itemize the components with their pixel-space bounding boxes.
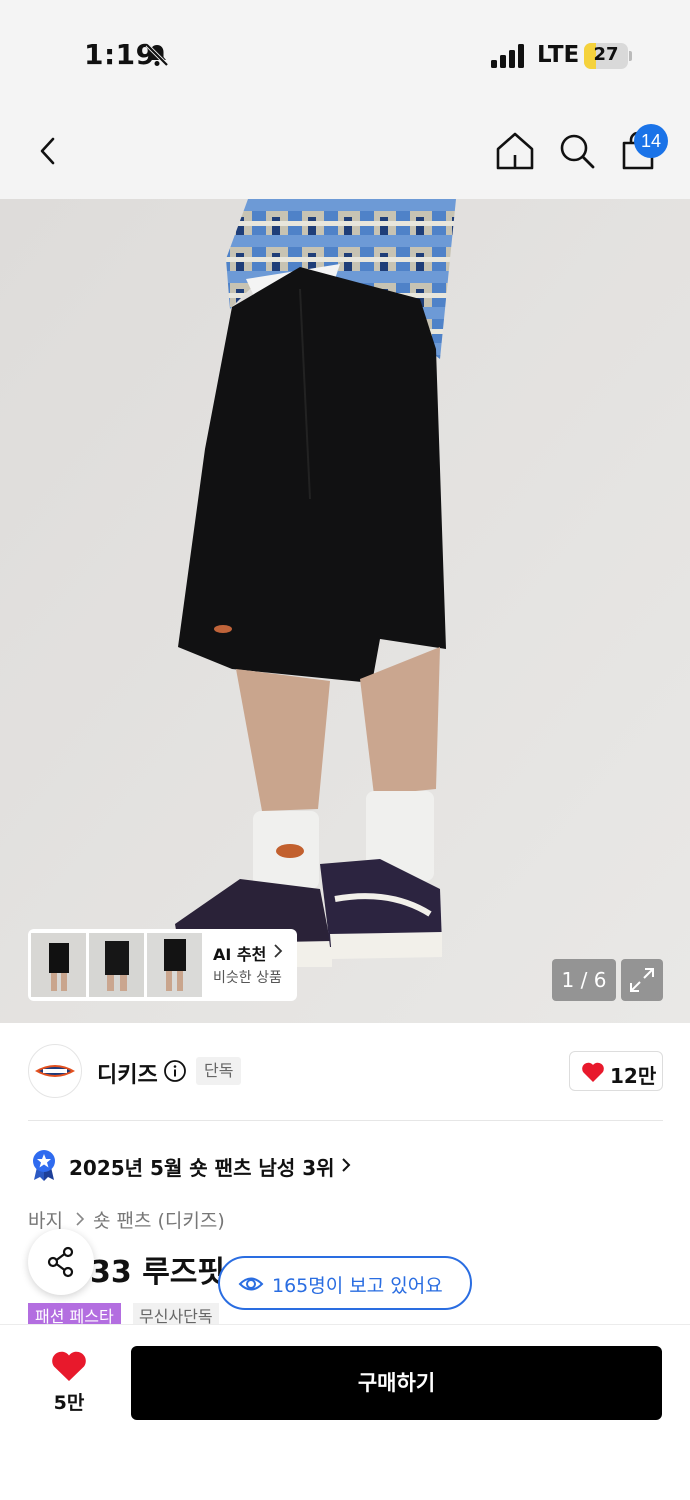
eye-icon bbox=[238, 1277, 264, 1291]
breadcrumb-subcategory[interactable]: 숏 팬츠 (디키즈) bbox=[93, 1206, 225, 1233]
expand-icon bbox=[630, 968, 654, 992]
info-icon[interactable] bbox=[163, 1059, 187, 1083]
home-icon[interactable] bbox=[493, 129, 537, 173]
ranking-badge-icon bbox=[33, 1150, 55, 1181]
ai-recommend-title: AI 추천 bbox=[213, 945, 267, 964]
brand-like-button[interactable]: 12만 bbox=[569, 1051, 663, 1091]
share-icon bbox=[47, 1246, 74, 1278]
recommend-thumb[interactable] bbox=[147, 933, 202, 997]
wishlist-count: 5만 bbox=[53, 1392, 85, 1414]
bell-muted-icon bbox=[145, 43, 169, 67]
ranking-text[interactable]: 2025년 5월 숏 팬츠 남성 3위 bbox=[69, 1152, 335, 1181]
ai-recommend-subtitle: 비슷한 상품 bbox=[213, 970, 282, 986]
battery-level: 27 bbox=[593, 44, 619, 65]
brand-like-count: 12만 bbox=[610, 1064, 657, 1088]
buy-button[interactable]: 구매하기 bbox=[131, 1346, 662, 1420]
brand-name[interactable]: 디키즈 bbox=[97, 1057, 158, 1089]
battery-icon: 27 bbox=[584, 43, 632, 69]
product-image-gallery[interactable]: AI 추천 비슷한 상품 1 / 6 bbox=[0, 199, 690, 1023]
exclusive-tag: 단독 bbox=[196, 1057, 242, 1085]
recommend-thumb[interactable] bbox=[89, 933, 144, 997]
search-icon[interactable] bbox=[555, 129, 599, 173]
product-photo bbox=[0, 199, 690, 1023]
heart-icon[interactable] bbox=[50, 1349, 88, 1383]
expand-button[interactable] bbox=[621, 959, 663, 1001]
live-viewers-text: 165명이 보고 있어요 bbox=[272, 1275, 443, 1297]
chevron-right-icon[interactable] bbox=[340, 1157, 352, 1173]
status-bar: 1:19 LTE 27 bbox=[0, 0, 690, 105]
recommend-thumb[interactable] bbox=[31, 933, 86, 997]
cart-count-badge[interactable]: 14 bbox=[634, 124, 668, 158]
network-type: LTE bbox=[537, 42, 580, 68]
ai-recommend-panel[interactable]: AI 추천 비슷한 상품 bbox=[28, 929, 297, 1001]
image-counter: 1 / 6 bbox=[552, 959, 616, 1001]
divider bbox=[28, 1120, 663, 1121]
live-viewers-pill: 165명이 보고 있어요 bbox=[218, 1256, 472, 1310]
heart-icon bbox=[582, 1062, 604, 1082]
signal-icon bbox=[491, 44, 524, 68]
share-button[interactable] bbox=[28, 1229, 94, 1295]
top-nav bbox=[0, 105, 690, 199]
back-icon[interactable] bbox=[26, 129, 70, 173]
brand-logo[interactable] bbox=[28, 1044, 82, 1098]
chevron-right-icon bbox=[76, 1212, 85, 1226]
chevron-right-icon bbox=[274, 944, 283, 958]
